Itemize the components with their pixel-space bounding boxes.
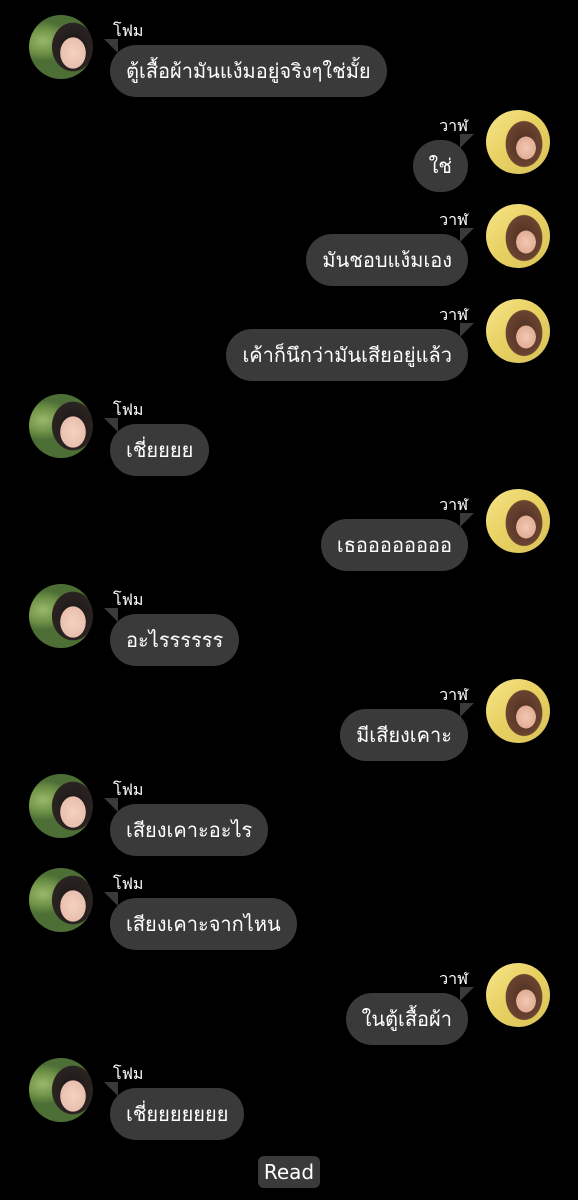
message-bubble[interactable]: ในตู้เสื้อผ้า bbox=[345, 993, 468, 1045]
read-receipt: Read bbox=[258, 1156, 320, 1188]
avatar[interactable] bbox=[486, 679, 550, 743]
message-bubble[interactable]: เค้าก็นึกว่ามันเสียอยู่แล้ว bbox=[226, 329, 468, 381]
avatar[interactable] bbox=[29, 1058, 93, 1122]
message-bubble[interactable]: อะไรรรรรร bbox=[110, 614, 240, 666]
bubble-tail bbox=[104, 892, 118, 906]
bubble-tail bbox=[460, 323, 474, 337]
avatar[interactable] bbox=[486, 489, 550, 553]
avatar[interactable] bbox=[486, 963, 550, 1027]
bubble-tail bbox=[104, 418, 118, 432]
sender-name: โฟม bbox=[113, 21, 144, 40]
avatar[interactable] bbox=[29, 394, 93, 458]
sender-name: โฟม bbox=[113, 590, 144, 609]
avatar[interactable] bbox=[29, 774, 93, 838]
avatar[interactable] bbox=[486, 204, 550, 268]
avatar[interactable] bbox=[29, 15, 93, 79]
bubble-tail bbox=[460, 134, 474, 148]
message-bubble[interactable]: เธออออออออ bbox=[320, 519, 468, 571]
avatar[interactable] bbox=[486, 110, 550, 174]
avatar[interactable] bbox=[29, 584, 93, 648]
message-bubble[interactable]: ตู้เสื้อผ้ามันแง้มอยู่จริงๆใช่มั้ย bbox=[110, 45, 387, 97]
sender-name: โฟม bbox=[113, 780, 144, 799]
bubble-tail bbox=[460, 703, 474, 717]
sender-name: วาฬ bbox=[439, 210, 468, 229]
bubble-tail bbox=[460, 228, 474, 242]
bubble-tail bbox=[104, 39, 118, 53]
bubble-tail bbox=[104, 608, 118, 622]
sender-name: วาฬ bbox=[439, 305, 468, 324]
sender-name: วาฬ bbox=[439, 969, 468, 988]
message-bubble[interactable]: เสียงเคาะอะไร bbox=[110, 804, 269, 856]
message-bubble[interactable]: ใช่ bbox=[412, 140, 468, 192]
sender-name: วาฬ bbox=[439, 495, 468, 514]
message-bubble[interactable]: เชี่ยยยย bbox=[110, 424, 210, 476]
message-bubble[interactable]: เสียงเคาะจากไหน bbox=[110, 898, 297, 950]
message-bubble[interactable]: เชี่ยยยยยยย bbox=[110, 1088, 245, 1140]
bubble-tail bbox=[460, 987, 474, 1001]
sender-name: โฟม bbox=[113, 400, 144, 419]
message-bubble[interactable]: มันชอบแง้มเอง bbox=[306, 234, 468, 286]
bubble-tail bbox=[104, 798, 118, 812]
bubble-tail bbox=[460, 513, 474, 527]
sender-name: วาฬ bbox=[439, 116, 468, 135]
avatar[interactable] bbox=[29, 868, 93, 932]
sender-name: โฟม bbox=[113, 874, 144, 893]
bubble-tail bbox=[104, 1082, 118, 1096]
sender-name: โฟม bbox=[113, 1064, 144, 1083]
avatar[interactable] bbox=[486, 299, 550, 363]
message-bubble[interactable]: มีเสียงเคาะ bbox=[340, 709, 468, 761]
sender-name: วาฬ bbox=[439, 685, 468, 704]
